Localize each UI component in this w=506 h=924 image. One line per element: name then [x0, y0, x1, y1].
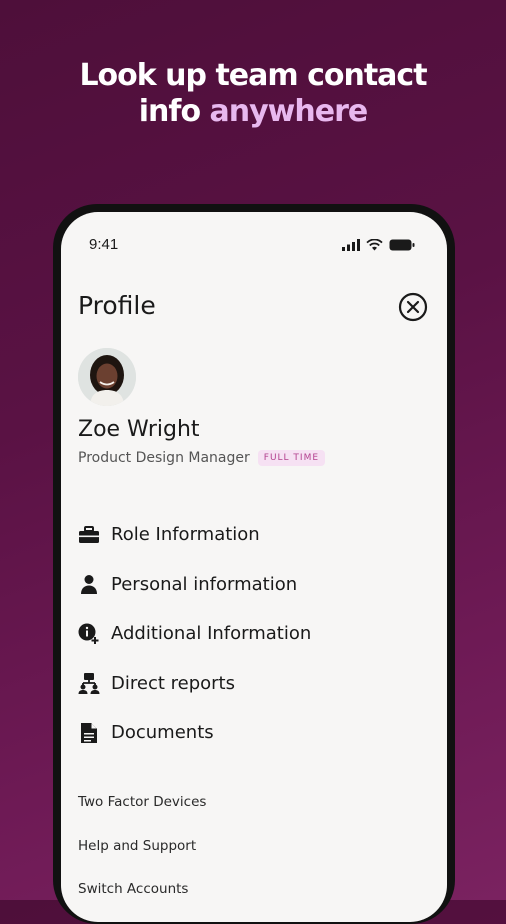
- switch-accounts-link[interactable]: Switch Accounts: [78, 879, 206, 922]
- status-time: 9:41: [89, 236, 119, 253]
- org-chart-icon: [78, 672, 100, 695]
- menu-item-label: Additional Information: [111, 623, 312, 645]
- cellular-signal-icon: [342, 239, 360, 251]
- battery-icon: [389, 239, 415, 251]
- menu-item-direct-reports[interactable]: Direct reports: [78, 659, 430, 709]
- two-factor-devices-link[interactable]: Two Factor Devices: [78, 792, 206, 836]
- page-title: Profile: [78, 291, 156, 320]
- menu-item-label: Documents: [111, 722, 214, 744]
- info-plus-icon: [78, 623, 100, 645]
- menu-item-personal-information[interactable]: Personal information: [78, 560, 430, 610]
- profile-subtitle: Product Design Manager FULL TIME: [78, 450, 326, 466]
- document-icon: [78, 722, 100, 744]
- briefcase-icon: [78, 524, 100, 546]
- menu-item-additional-information[interactable]: Additional Information: [78, 609, 430, 659]
- help-and-support-link[interactable]: Help and Support: [78, 836, 206, 880]
- profile-menu: Role Information Personal information Ad…: [78, 510, 430, 758]
- phone-frame: 9:41 Profile Zoe Wright Product Design M…: [53, 204, 455, 924]
- phone-screen: 9:41 Profile Zoe Wright Product Design M…: [61, 212, 447, 922]
- menu-item-label: Role Information: [111, 524, 260, 546]
- person-icon: [78, 573, 100, 595]
- profile-name: Zoe Wright: [78, 417, 200, 442]
- close-icon[interactable]: [398, 292, 428, 322]
- wifi-icon: [366, 239, 383, 251]
- headline-plain-text: info: [138, 94, 210, 129]
- employment-badge: FULL TIME: [257, 450, 326, 466]
- headline-line-2: info anywhere: [0, 94, 506, 130]
- menu-item-role-information[interactable]: Role Information: [78, 510, 430, 560]
- footer-links: Two Factor Devices Help and Support Swit…: [78, 792, 206, 922]
- headline-accent-text: anywhere: [209, 94, 369, 129]
- status-icons: [342, 239, 415, 251]
- status-bar: 9:41: [89, 236, 415, 256]
- marketing-headline: Look up team contact info anywhere: [0, 58, 506, 130]
- job-title: Product Design Manager: [78, 450, 250, 466]
- avatar-photo: [78, 348, 136, 406]
- headline-line-1: Look up team contact: [79, 58, 427, 93]
- avatar: [78, 348, 136, 406]
- menu-item-label: Direct reports: [111, 672, 235, 694]
- menu-item-label: Personal information: [111, 573, 298, 595]
- menu-item-documents[interactable]: Documents: [78, 708, 430, 758]
